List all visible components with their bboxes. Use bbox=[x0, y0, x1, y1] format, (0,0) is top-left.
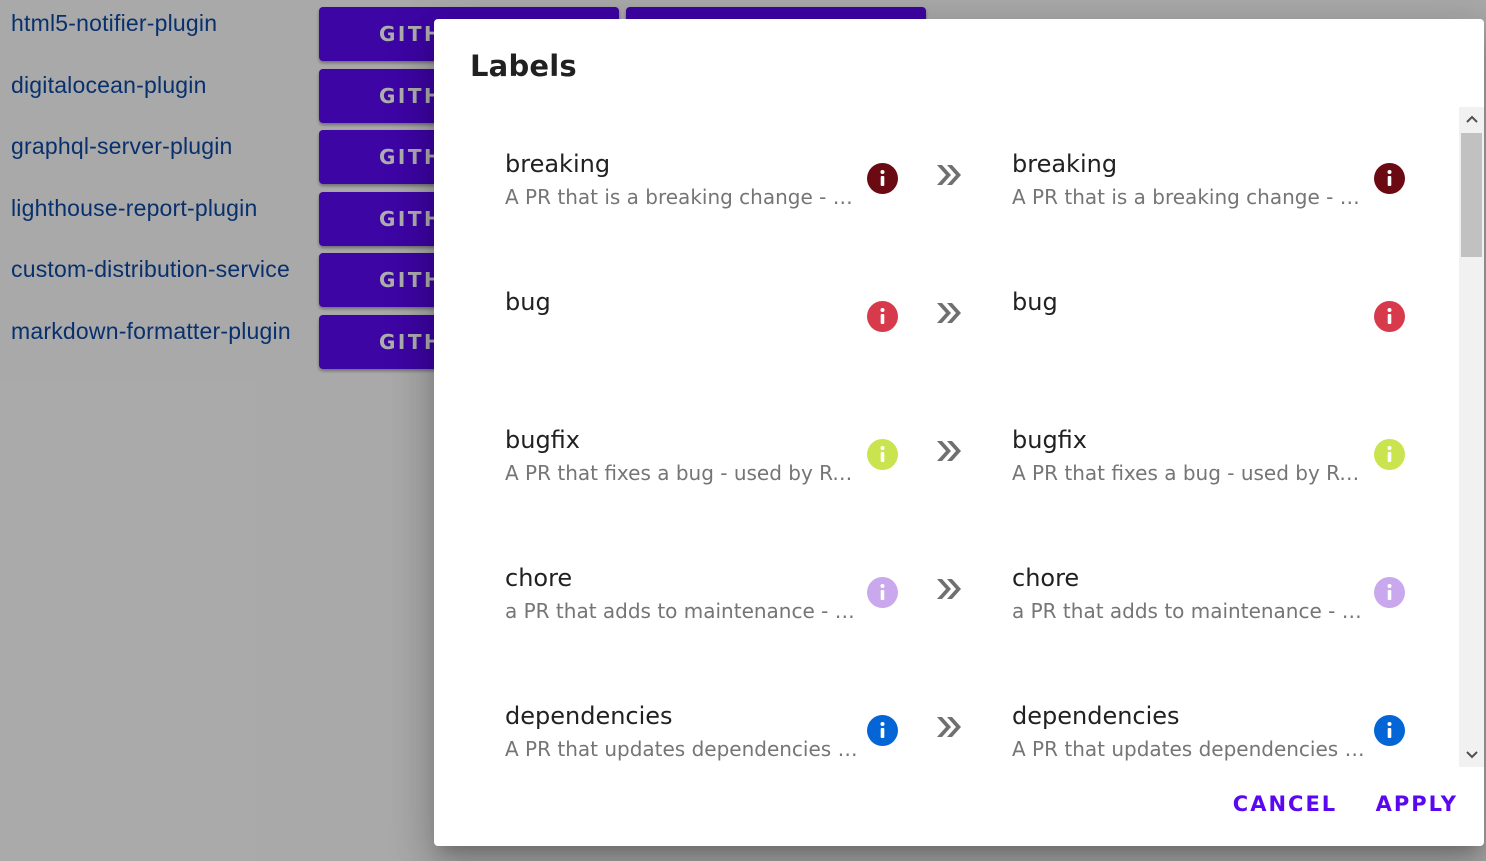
double-chevron-right-icon bbox=[934, 298, 964, 328]
info-icon[interactable] bbox=[867, 163, 898, 194]
label-description: A PR that is a breaking change - used by… bbox=[505, 185, 859, 209]
label-row: bugfix A PR that fixes a bug - used by Re… bbox=[434, 383, 1454, 521]
info-icon[interactable] bbox=[1374, 715, 1405, 746]
double-chevron-right-icon bbox=[934, 436, 964, 466]
label-right-cell: bug bbox=[1012, 245, 1412, 365]
label-description: A PR that updates dependencies - used by… bbox=[505, 737, 859, 761]
label-name: bug bbox=[1012, 288, 1058, 316]
label-name: breaking bbox=[1012, 150, 1118, 178]
label-description: A PR that fixes a bug - used by Release … bbox=[505, 461, 859, 485]
label-name: chore bbox=[505, 564, 573, 592]
info-icon[interactable] bbox=[867, 301, 898, 332]
label-right-cell: chore a PR that adds to maintenance - use… bbox=[1012, 521, 1412, 641]
label-name: dependencies bbox=[505, 702, 673, 730]
label-name: bugfix bbox=[1012, 426, 1087, 454]
chevron-down-icon[interactable] bbox=[1459, 743, 1484, 767]
label-name: dependencies bbox=[1012, 702, 1180, 730]
label-description: A PR that updates dependencies - used by… bbox=[1012, 737, 1366, 761]
scroll-thumb[interactable] bbox=[1461, 133, 1482, 257]
cancel-button[interactable]: CANCEL bbox=[1233, 792, 1337, 816]
dialog-actions: CANCEL APPLY bbox=[1199, 792, 1458, 822]
apply-button[interactable]: APPLY bbox=[1376, 792, 1458, 816]
label-row: bug bug bbox=[434, 245, 1454, 383]
label-right-cell: bugfix A PR that fixes a bug - used by Re… bbox=[1012, 383, 1412, 503]
label-description: a PR that adds to maintenance - used by … bbox=[1012, 599, 1366, 623]
label-description: A PR that fixes a bug - used by Release … bbox=[1012, 461, 1366, 485]
labels-dialog: Labels breaking A PR that is a breaking c… bbox=[434, 19, 1484, 846]
info-icon[interactable] bbox=[867, 577, 898, 608]
dialog-content: breaking A PR that is a breaking change -… bbox=[434, 107, 1484, 767]
label-right-cell: dependencies A PR that updates dependenci… bbox=[1012, 659, 1412, 767]
info-icon[interactable] bbox=[867, 439, 898, 470]
label-left-cell: dependencies A PR that updates dependenci… bbox=[505, 659, 905, 767]
info-icon[interactable] bbox=[1374, 301, 1405, 332]
label-left-cell: bug bbox=[505, 245, 905, 365]
dialog-title: Labels bbox=[470, 49, 577, 83]
label-name: bugfix bbox=[505, 426, 580, 454]
info-icon[interactable] bbox=[867, 715, 898, 746]
label-row: breaking A PR that is a breaking change -… bbox=[434, 107, 1454, 245]
label-name: chore bbox=[1012, 564, 1080, 592]
label-right-cell: breaking A PR that is a breaking change -… bbox=[1012, 107, 1412, 227]
scrollbar[interactable] bbox=[1459, 107, 1484, 767]
label-name: breaking bbox=[505, 150, 611, 178]
label-left-cell: chore a PR that adds to maintenance - use… bbox=[505, 521, 905, 641]
label-description: A PR that is a breaking change - used by… bbox=[1012, 185, 1366, 209]
chevron-up-icon[interactable] bbox=[1459, 107, 1484, 131]
label-description: a PR that adds to maintenance - used by … bbox=[505, 599, 859, 623]
label-row: chore a PR that adds to maintenance - use… bbox=[434, 521, 1454, 659]
info-icon[interactable] bbox=[1374, 577, 1405, 608]
label-row: dependencies A PR that updates dependenci… bbox=[434, 659, 1454, 767]
label-left-cell: breaking A PR that is a breaking change -… bbox=[505, 107, 905, 227]
double-chevron-right-icon bbox=[934, 712, 964, 742]
label-left-cell: bugfix A PR that fixes a bug - used by Re… bbox=[505, 383, 905, 503]
double-chevron-right-icon bbox=[934, 160, 964, 190]
double-chevron-right-icon bbox=[934, 574, 964, 604]
label-name: bug bbox=[505, 288, 551, 316]
info-icon[interactable] bbox=[1374, 163, 1405, 194]
info-icon[interactable] bbox=[1374, 439, 1405, 470]
